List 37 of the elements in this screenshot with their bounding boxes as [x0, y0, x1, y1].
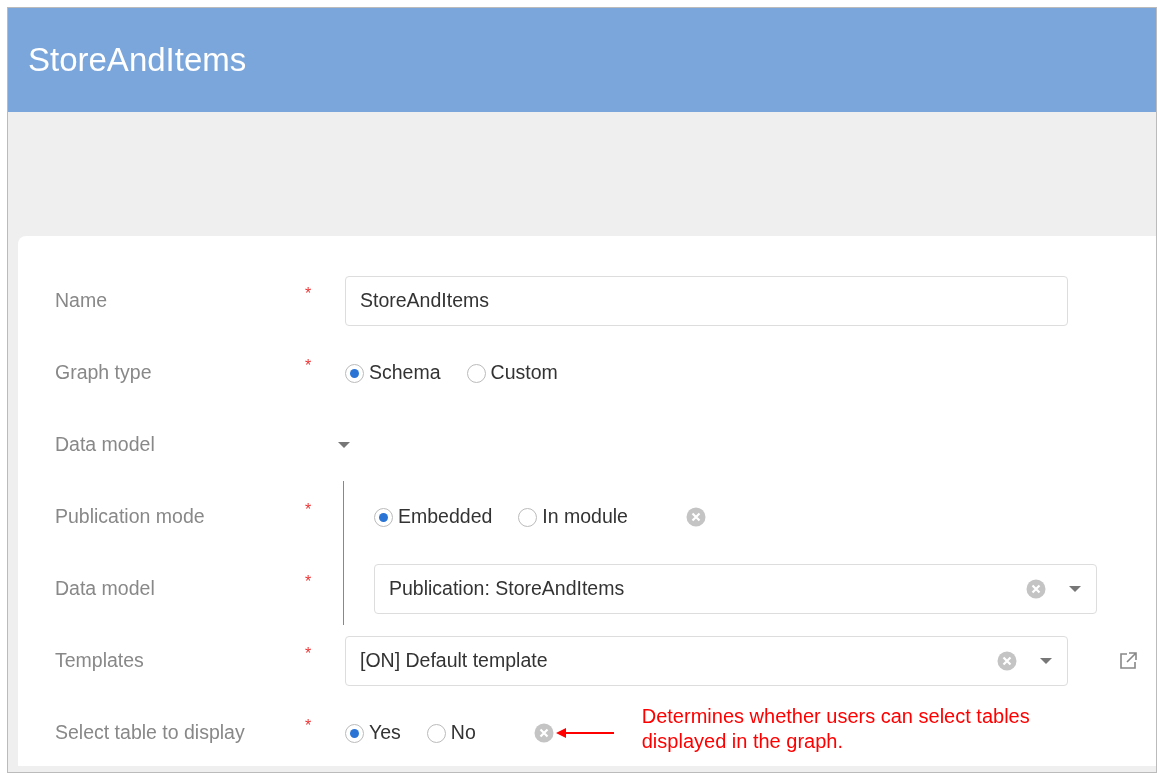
field-label: Name: [55, 288, 109, 314]
field-label: Data model: [55, 576, 156, 602]
radio-label[interactable]: Yes: [369, 718, 401, 748]
radio-button[interactable]: [426, 723, 446, 743]
field-label: Graph type: [55, 360, 153, 386]
radio-button[interactable]: [518, 507, 538, 527]
radio-label[interactable]: No: [450, 718, 476, 748]
caret-icon[interactable]: [337, 441, 351, 449]
field-label: Select table to display: [55, 720, 246, 746]
required-asterisk: *: [305, 501, 312, 518]
radio-button[interactable]: [466, 363, 486, 383]
text-field[interactable]: StoreAndItems: [345, 276, 1068, 326]
annotation-text: Determines whether users can select tables displayed in the graph.: [641, 704, 1031, 754]
field-label: Publication mode: [55, 504, 206, 530]
field-label: Templates: [55, 648, 145, 674]
radio-button[interactable]: [345, 363, 364, 383]
required-asterisk: *: [305, 645, 312, 662]
radio-button[interactable]: [374, 507, 393, 527]
radio-label[interactable]: Embedded: [398, 502, 493, 532]
select-value: Publication: StoreAndItems: [389, 576, 626, 602]
required-asterisk: *: [305, 285, 312, 302]
radio-label[interactable]: In module: [542, 502, 628, 532]
field-label: Data model: [55, 432, 156, 458]
page-title: StoreAndItems: [28, 40, 247, 81]
radio-button[interactable]: [345, 723, 364, 743]
radio-label[interactable]: Schema: [369, 358, 441, 388]
required-asterisk: *: [305, 717, 312, 734]
select-value: [ON] Default template: [360, 648, 549, 674]
select-field[interactable]: [ON] Default template: [345, 636, 1068, 686]
caret-icon[interactable]: [1039, 657, 1053, 665]
annotation-arrow: [555, 727, 614, 739]
radio-label[interactable]: Custom: [490, 358, 558, 388]
required-asterisk: *: [305, 573, 312, 590]
select-field[interactable]: Publication: StoreAndItems: [374, 564, 1097, 614]
caret-icon[interactable]: [1068, 585, 1082, 593]
required-asterisk: *: [305, 357, 312, 374]
external-link-icon[interactable]: [1118, 651, 1138, 671]
